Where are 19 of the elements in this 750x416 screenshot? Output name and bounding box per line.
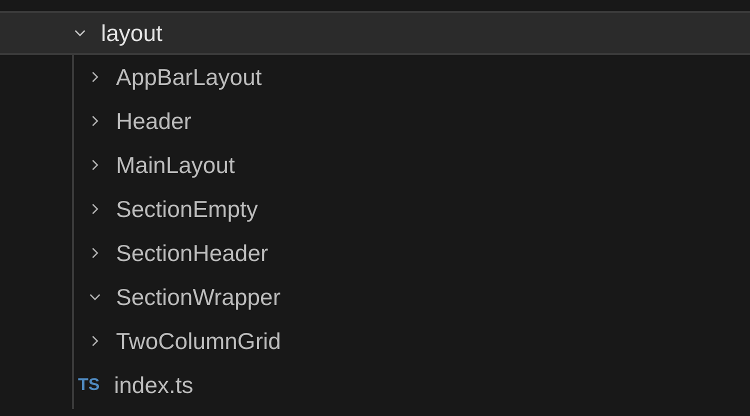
tree-item[interactable]: SectionEmpty: [0, 187, 750, 231]
tree-item[interactable]: SectionWrapper: [0, 275, 750, 319]
tree-item[interactable]: MainLayout: [0, 143, 750, 187]
tree-item[interactable]: SectionHeader: [0, 231, 750, 275]
item-name: MainLayout: [116, 152, 235, 178]
tree-item[interactable]: TS index.ts: [0, 363, 750, 407]
item-name: SectionWrapper: [116, 284, 280, 310]
folder-name: layout: [101, 20, 162, 46]
item-name: Header: [116, 108, 192, 134]
tree-item[interactable]: TwoColumnGrid: [0, 319, 750, 363]
tree-item[interactable]: AppBarLayout: [0, 55, 750, 99]
item-name: SectionEmpty: [116, 196, 258, 222]
tree-item[interactable]: layout: [0, 11, 750, 55]
item-name: TwoColumnGrid: [116, 328, 281, 354]
item-name: SectionHeader: [116, 240, 268, 266]
item-name: index.ts: [114, 372, 194, 398]
typescript-file-icon: TS: [78, 375, 102, 395]
tree-item[interactable]: Header: [0, 99, 750, 143]
item-name: AppBarLayout: [116, 64, 262, 90]
